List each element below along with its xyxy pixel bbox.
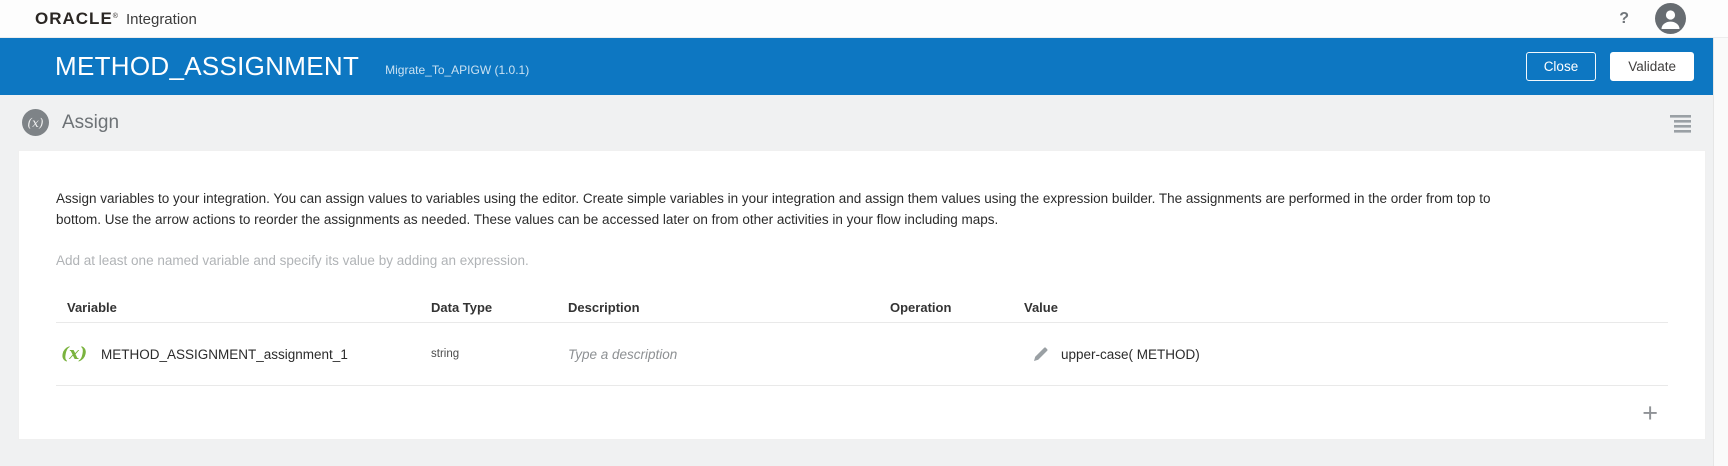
add-assignment-button[interactable]: + [1636,398,1664,429]
validate-button[interactable]: Validate [1610,52,1694,81]
edit-value-button[interactable] [1032,346,1049,363]
topbar-actions: ? [1619,3,1708,34]
menu-list-icon[interactable] [1668,112,1694,134]
column-header-data-type: Data Type [431,300,568,315]
page-body: Assign variables to your integration. Yo… [0,150,1728,466]
assign-title: Assign [62,112,119,134]
user-avatar-icon[interactable] [1655,3,1686,34]
assignments-table-header: Variable Data Type Description Operation… [56,293,1668,323]
help-icon[interactable]: ? [1619,10,1629,28]
description-input[interactable]: Type a description [568,347,890,362]
column-header-value: Value [1024,300,1668,315]
assignment-row: (x) METHOD_ASSIGNMENT_assignment_1 strin… [56,323,1668,386]
pencil-icon [1032,346,1049,363]
person-icon [1655,3,1686,34]
integration-version: Migrate_To_APIGW (1.0.1) [385,63,529,77]
product-name: Integration [126,11,197,28]
add-row: + [56,386,1668,429]
variable-cell: (x) METHOD_ASSIGNMENT_assignment_1 [56,344,431,364]
top-app-bar: ORACLE® Integration ? [0,0,1728,38]
page-title: METHOD_ASSIGNMENT [55,51,359,82]
assign-description: Assign variables to your integration. Yo… [56,188,1521,230]
column-header-operation: Operation [890,300,1024,315]
column-header-description: Description [568,300,890,315]
close-button[interactable]: Close [1526,52,1597,81]
value-cell: upper-case( METHOD) [1024,346,1668,363]
empty-state-hint: Add at least one named variable and spec… [56,253,1668,268]
assign-toolbar: (x) Assign [0,95,1728,150]
activity-banner: METHOD_ASSIGNMENT Migrate_To_APIGW (1.0.… [0,38,1728,95]
data-type-value: string [431,348,568,360]
banner-actions: Close Validate [1526,52,1704,81]
variable-x-icon: (x) [61,344,101,364]
scrollbar-track[interactable] [1713,38,1728,466]
assign-variable-icon: (x) [22,109,49,136]
value-expression: upper-case( METHOD) [1061,347,1200,362]
variable-name: METHOD_ASSIGNMENT_assignment_1 [101,347,348,362]
toolbar-right [1668,112,1694,134]
assign-editor-card: Assign variables to your integration. Yo… [18,150,1706,440]
oracle-integration-screen: ORACLE® Integration ? METHOD_ASSIGNMENT … [0,0,1728,466]
registered-mark: ® [113,13,118,20]
column-header-variable: Variable [56,300,431,315]
oracle-logo: ORACLE [35,9,113,29]
brand: ORACLE® Integration [35,9,197,29]
